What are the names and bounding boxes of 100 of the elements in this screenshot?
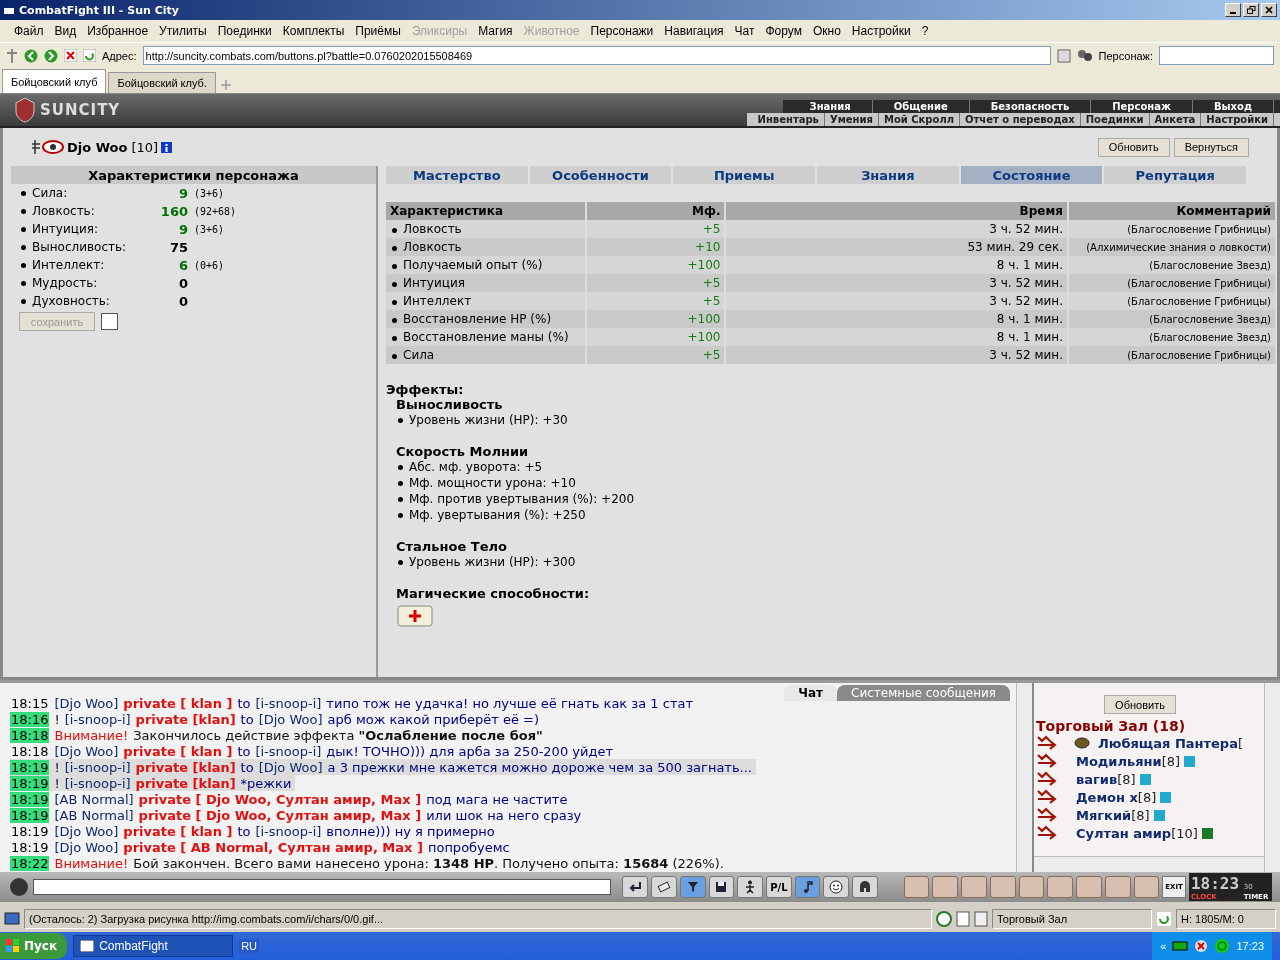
tab[interactable]: Приемы [673,166,815,184]
info-icon[interactable] [1201,827,1213,839]
action-button[interactable] [1104,876,1131,898]
menu-item[interactable]: Приёмы [355,24,401,38]
stop-icon[interactable] [64,49,77,62]
chat-username[interactable]: [i-snoop-i] [64,711,131,727]
minimize-button[interactable] [1225,3,1241,17]
menu-item[interactable]: Магия [478,24,513,38]
tab[interactable]: Знания [817,166,959,184]
users-icon[interactable] [1076,48,1093,63]
taskbar-item[interactable]: CombatFight [73,935,234,957]
menu-item[interactable]: Настройки [851,24,911,38]
menu-item[interactable]: Персонажи [590,24,654,38]
user-name[interactable]: Демон х [1076,789,1138,805]
toolbar-button[interactable] [679,876,706,898]
start-button[interactable]: Пуск [0,933,68,959]
chat-username[interactable]: [Djo Woo] [54,695,119,711]
tab[interactable]: Репутация [1104,166,1247,184]
window-icon [80,940,95,952]
tab[interactable]: Мастерство [386,166,528,184]
menu-item[interactable]: Утилиты [159,24,207,38]
close-button[interactable] [1261,3,1277,17]
toolbar-button[interactable] [651,876,677,898]
nav-link[interactable]: Поединки [1080,113,1150,126]
menu-item[interactable]: Чат [734,24,755,38]
page-button[interactable]: Вернуться [1173,137,1249,157]
info-icon[interactable] [161,141,173,153]
page-button[interactable]: Обновить [1097,137,1170,157]
menu-item[interactable]: Поединки [217,24,272,38]
action-button[interactable] [932,876,959,898]
table-cell: (Алхимические знания о ловкости) [1068,238,1276,256]
tab[interactable]: Состояние [960,166,1103,184]
action-button[interactable] [1018,876,1045,898]
toolbar-button[interactable] [737,876,763,898]
action-button[interactable] [989,876,1016,898]
scrollbar[interactable] [1034,856,1264,872]
nav-link[interactable]: Анкета [1149,113,1202,126]
user-name[interactable]: Султан амир [1076,825,1172,841]
chat-username[interactable]: [Djo Woo] [54,839,119,855]
toolbar-button[interactable] [622,876,649,898]
refresh-button[interactable]: Обновить [1104,695,1176,714]
tab[interactable]: Особенности [529,166,672,184]
browser-tab[interactable]: Бойцовский клуб [2,69,107,93]
chat-username[interactable]: [Djo Woo] [258,759,323,775]
cross-icon[interactable] [6,47,18,64]
nav-link[interactable]: Настройки [1201,113,1274,126]
nav-link[interactable]: Умения [824,113,879,126]
nav-link[interactable]: Отчет о переводах [960,113,1081,126]
menu-item[interactable]: Файл [14,24,44,38]
chat-username[interactable]: [Djo Woo] [258,711,323,727]
toolbar-button[interactable]: P/L [766,876,792,898]
nav-link[interactable]: Инвентарь [752,113,825,126]
character-select[interactable] [1159,46,1274,65]
chat-username[interactable]: [i-snoop-i] [64,759,131,775]
user-name[interactable]: вагив [1076,771,1118,787]
menu-item[interactable]: Окно [812,24,841,38]
chat-username[interactable]: [AB Normal] [54,791,134,807]
user-name[interactable]: Мягкий [1076,807,1132,823]
forward-icon[interactable] [44,48,58,63]
chat-username[interactable]: [i-snoop-i] [255,823,322,839]
first-aid-scroll-icon[interactable] [396,603,436,629]
user-name[interactable]: Модильяни [1076,753,1162,769]
language-indicator[interactable]: RU [239,939,259,953]
menu-item[interactable]: Форум [765,24,802,38]
toolbar-button[interactable] [708,876,735,898]
chat-username[interactable]: [i-snoop-i] [64,775,131,791]
menu-item[interactable]: ? [921,24,929,38]
chat-username[interactable]: [Djo Woo] [54,823,119,839]
back-icon[interactable] [24,48,38,63]
refresh-icon[interactable] [1156,911,1172,927]
scrollbar[interactable] [1264,683,1280,872]
browser-tab[interactable]: Бойцовский клуб. [108,72,216,93]
chat-username[interactable]: [Djo Woo] [54,743,119,759]
refresh-icon[interactable] [83,49,96,62]
menu-item[interactable]: Избранное [87,24,149,38]
nav-link[interactable]: Мой Скролл [878,113,961,126]
action-button[interactable] [961,876,987,898]
chat-input[interactable] [32,879,612,895]
chat-username[interactable]: [AB Normal] [54,807,134,823]
chat-tab[interactable]: Чат [784,685,838,701]
window-title: CombatFight III - Sun City [19,3,180,17]
disconnected-icon[interactable] [1194,939,1209,953]
restore-button[interactable] [1243,3,1259,17]
toolbar-button[interactable] [823,876,850,898]
action-button[interactable] [903,876,930,898]
target-icon[interactable] [1214,938,1231,954]
user-name[interactable]: Любящая Пантера [1098,735,1238,751]
network-icon[interactable] [1172,939,1189,953]
checkbox[interactable] [101,313,118,330]
chat-username[interactable]: [i-snoop-i] [255,743,322,759]
menu-item[interactable]: Комплекты [282,24,345,38]
address-field[interactable]: http://suncity.combats.com/buttons.pl?battle=0.0760202015508469 [142,46,1051,65]
scrollbar[interactable] [1016,683,1032,872]
menu-item[interactable]: Вид [54,24,77,38]
action-button[interactable] [1076,876,1102,898]
menu-item[interactable]: Навигация [664,24,724,38]
toolbar-button[interactable] [852,876,878,898]
chat-username[interactable]: [i-snoop-i] [255,695,322,711]
action-button[interactable] [1047,876,1074,898]
action-button[interactable] [1133,876,1160,898]
